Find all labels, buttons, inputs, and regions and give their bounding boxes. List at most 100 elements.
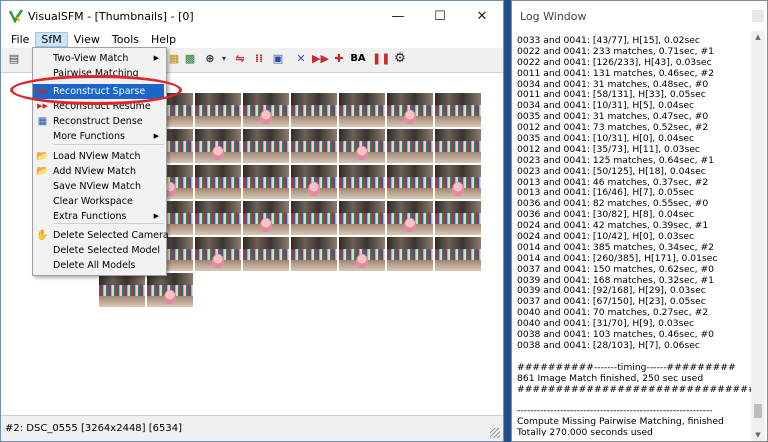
thumbnail-image[interactable] bbox=[387, 129, 433, 163]
menu-tools[interactable]: Tools bbox=[106, 32, 145, 47]
submenu-arrow-icon: ▶ bbox=[153, 212, 159, 220]
menu-item-label: Pairwise Matching bbox=[53, 68, 139, 79]
thumbnail-image[interactable] bbox=[195, 129, 241, 163]
menu-item-reconstruct-sparse[interactable]: ▶▶ Reconstruct Sparse bbox=[33, 84, 164, 99]
thumbnail-image[interactable] bbox=[291, 201, 337, 235]
thumbnail-image[interactable] bbox=[435, 129, 481, 163]
menu-separator bbox=[53, 223, 164, 224]
thumbnail-image[interactable] bbox=[387, 93, 433, 127]
menu-help[interactable]: Help bbox=[145, 32, 182, 47]
thumbnail-image[interactable] bbox=[387, 165, 433, 199]
menu-item-icon: ▶▶ bbox=[37, 102, 48, 110]
thumbnail-image[interactable] bbox=[195, 237, 241, 271]
dense-icon[interactable]: ✚ bbox=[332, 52, 346, 66]
menu-view[interactable]: View bbox=[68, 32, 106, 47]
gear-icon[interactable]: ⚙ bbox=[393, 52, 407, 66]
menu-file[interactable]: File bbox=[5, 32, 35, 47]
menu-item-more-functions[interactable]: More Functions ▶ bbox=[33, 129, 164, 144]
thumbnail-image[interactable] bbox=[435, 237, 481, 271]
log-titlebar[interactable]: Log Window bbox=[512, 1, 767, 31]
pause-icon[interactable]: ❚❚ bbox=[372, 52, 390, 66]
thumbnail-image[interactable] bbox=[195, 93, 241, 127]
menu-item-delete-selected-camera[interactable]: ✋ Delete Selected Camera bbox=[33, 228, 168, 243]
grid-icon[interactable]: ▩ bbox=[183, 52, 197, 66]
scroll-up-icon[interactable]: ▲ bbox=[751, 31, 765, 43]
log-window: Log Window 0033 and 0041: [43/77], H[15]… bbox=[511, 0, 768, 442]
thumbnail-image[interactable] bbox=[195, 201, 241, 235]
resize-grip-icon[interactable] bbox=[490, 428, 500, 438]
menu-item-label: Load NView Match bbox=[53, 151, 141, 162]
thumbnail-image[interactable] bbox=[339, 237, 385, 271]
status-text: #2: DSC_0555 [3264x2448] [6534] bbox=[5, 423, 182, 434]
pairwise-icon[interactable]: ⁞⁞ bbox=[252, 52, 266, 66]
thumbnail-image[interactable] bbox=[147, 273, 193, 307]
thumbnail-image[interactable] bbox=[339, 129, 385, 163]
menu-item-delete-all-models[interactable]: Delete All Models bbox=[33, 258, 164, 273]
menu-item-reconstruct-dense[interactable]: ▦ Reconstruct Dense bbox=[33, 114, 164, 129]
thumbnail-image[interactable] bbox=[291, 93, 337, 127]
log-line: 0037 and 0041: 150 matches, 0.62sec, #0 bbox=[517, 263, 715, 275]
menu-item-clear-workspace[interactable]: Clear Workspace bbox=[33, 194, 164, 209]
menu-item-extra-functions[interactable]: Extra Functions ▶ bbox=[33, 209, 164, 224]
menu-item-icon: ▶▶ bbox=[37, 87, 48, 95]
thumbnail-image[interactable] bbox=[291, 165, 337, 199]
thumbnail-image[interactable] bbox=[195, 165, 241, 199]
thumbnail-image[interactable] bbox=[243, 165, 289, 199]
menu-item-label: Delete All Models bbox=[53, 260, 136, 271]
reconstruct-icon[interactable]: ▶▶ bbox=[312, 52, 329, 66]
match-icon[interactable]: ⇋ bbox=[233, 52, 247, 66]
thumbnail-image[interactable] bbox=[435, 201, 481, 235]
log-close-button[interactable] bbox=[752, 10, 764, 22]
log-title: Log Window bbox=[520, 9, 587, 23]
menu-item-label: Extra Functions bbox=[53, 211, 127, 222]
menu-item-load-nview-match[interactable]: 📂 Load NView Match bbox=[33, 149, 164, 164]
ba-button[interactable]: BA bbox=[349, 52, 367, 66]
menu-item-label: More Functions bbox=[53, 131, 125, 142]
minimize-button[interactable]: — bbox=[377, 1, 419, 31]
menu-item-reconstruct-resume[interactable]: ▶▶ Reconstruct Resume bbox=[33, 99, 164, 114]
window-title: VisualSFM - [Thumbnails] - [0] bbox=[28, 9, 194, 23]
thumbnail-image[interactable] bbox=[339, 165, 385, 199]
menu-item-icon: 📂 bbox=[36, 166, 49, 177]
main-titlebar[interactable]: VisualSFM - [Thumbnails] - [0] — ☐ ✕ bbox=[1, 1, 503, 31]
thumbnail-image[interactable] bbox=[339, 93, 385, 127]
images-icon[interactable]: ▦ bbox=[167, 52, 181, 66]
thumbnail-image[interactable] bbox=[435, 165, 481, 199]
thumbnail-image[interactable] bbox=[291, 129, 337, 163]
menu-item-save-nview-match[interactable]: Save NView Match bbox=[33, 179, 164, 194]
thumbnail-image[interactable] bbox=[243, 237, 289, 271]
menu-item-delete-selected-model[interactable]: Delete Selected Model bbox=[33, 243, 164, 258]
menu-item-two-view-match[interactable]: Two-View Match ▶ bbox=[33, 51, 164, 66]
menu-item-label: Reconstruct Dense bbox=[53, 116, 143, 127]
open-icon[interactable]: ▤ bbox=[7, 52, 21, 66]
model-icon[interactable]: ▣ bbox=[271, 52, 285, 66]
thumbnail-image[interactable] bbox=[435, 93, 481, 127]
menu-item-label: Add NView Match bbox=[53, 166, 137, 177]
menu-item-label: Reconstruct Sparse bbox=[53, 86, 146, 97]
menu-item-icon: ✋ bbox=[36, 230, 49, 241]
log-scrollbar[interactable]: ▲ ▼ bbox=[751, 31, 765, 441]
zoom-icon[interactable]: ⊕ bbox=[203, 52, 217, 66]
zoom-dropdown-icon[interactable]: ▾ bbox=[217, 52, 231, 66]
close-button[interactable]: ✕ bbox=[461, 1, 503, 31]
menu-sfm[interactable]: SfM bbox=[35, 31, 68, 47]
thumbnail-image[interactable] bbox=[387, 237, 433, 271]
menu-item-add-nview-match[interactable]: 📂 Add NView Match bbox=[33, 164, 164, 179]
maximize-button[interactable]: ☐ bbox=[419, 1, 461, 31]
thumbnail-image[interactable] bbox=[243, 93, 289, 127]
log-line: 0023 and 0041: [50/125], H[18], 0.04sec bbox=[517, 165, 706, 177]
thumbnail-image[interactable] bbox=[291, 237, 337, 271]
thumbnail-image[interactable] bbox=[243, 201, 289, 235]
visualsfm-app-icon bbox=[9, 9, 23, 23]
thumbnail-image[interactable] bbox=[387, 201, 433, 235]
thumbnail-image[interactable] bbox=[339, 201, 385, 235]
menu-separator bbox=[53, 144, 164, 145]
thumbnail-image[interactable] bbox=[99, 273, 145, 307]
log-line: Totally 270.000 seconds used bbox=[517, 427, 653, 436]
scroll-thumb[interactable] bbox=[754, 404, 762, 418]
cross-icon[interactable]: ✕ bbox=[294, 52, 308, 66]
menu-item-pairwise-matching[interactable]: Pairwise Matching bbox=[33, 66, 164, 81]
submenu-arrow-icon: ▶ bbox=[153, 54, 159, 62]
thumbnail-image[interactable] bbox=[243, 129, 289, 163]
scroll-down-icon[interactable]: ▼ bbox=[751, 429, 765, 441]
